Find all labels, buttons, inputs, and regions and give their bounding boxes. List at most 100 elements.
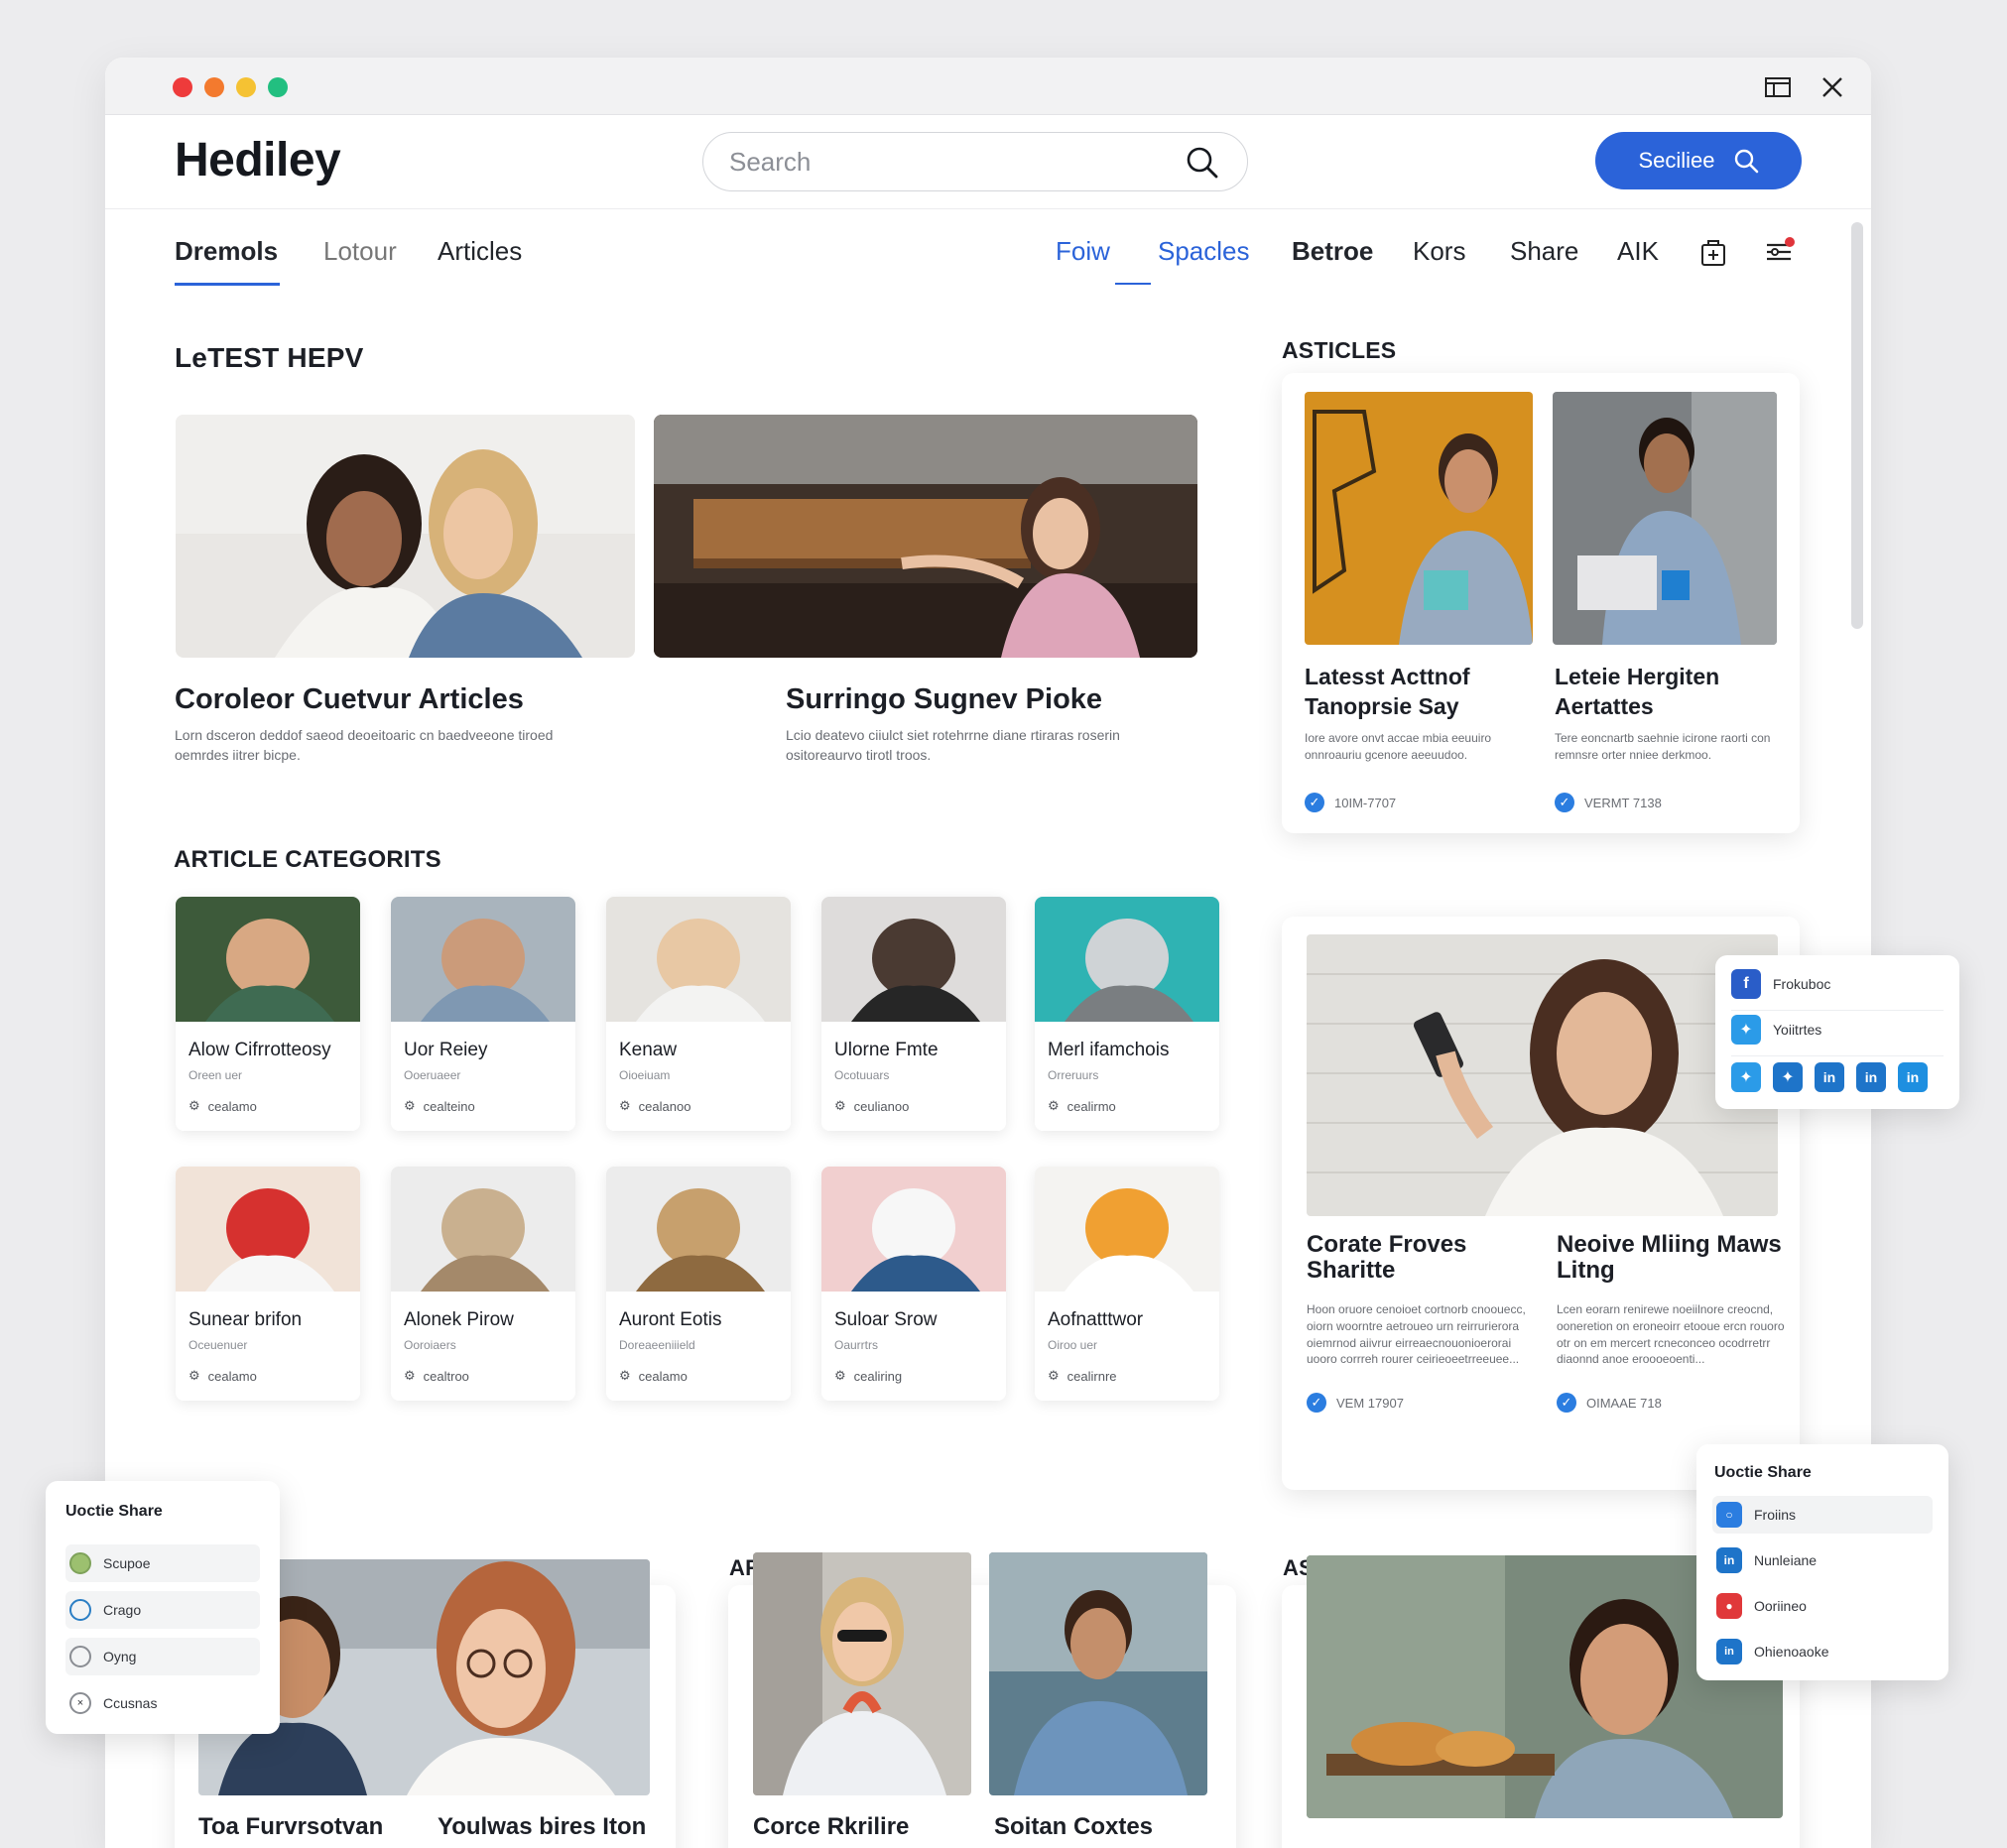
left-popup-item-3[interactable]: Oyng bbox=[65, 1638, 260, 1675]
category-image bbox=[176, 897, 360, 1022]
tab-spacles[interactable]: Spacles bbox=[1158, 236, 1250, 267]
bottom-title-2[interactable]: Youlwas bires Iton bbox=[438, 1811, 646, 1842]
sidebar-photo-1[interactable] bbox=[1305, 392, 1533, 645]
bag-icon[interactable] bbox=[1698, 236, 1728, 273]
tag-icon: ⚙ bbox=[188, 1098, 200, 1113]
x-icon: × bbox=[69, 1692, 91, 1714]
share-item-facebook[interactable]: f Frokuboc bbox=[1731, 969, 1830, 999]
category-footer-label: cealtroo bbox=[423, 1368, 469, 1384]
latest-photo-1[interactable] bbox=[176, 415, 635, 658]
search-input[interactable] bbox=[729, 143, 1166, 181]
feature-meta-2: ✓ OIMAAE 718 bbox=[1557, 1393, 1662, 1413]
search-icon[interactable] bbox=[1186, 146, 1219, 185]
fullscreen-dot[interactable] bbox=[268, 77, 288, 97]
right-popup-item-1-label: Froiins bbox=[1754, 1507, 1797, 1523]
site-logo[interactable]: Hediley bbox=[175, 133, 341, 187]
tab-aik[interactable]: AIK bbox=[1617, 236, 1659, 267]
category-footer: ⚙ cealamo bbox=[188, 1368, 257, 1384]
category-card[interactable]: Aofnatttwor Oiroo uer ⚙ cealirnre bbox=[1035, 1167, 1219, 1401]
chat-icon bbox=[69, 1599, 91, 1621]
category-footer: ⚙ cealanoo bbox=[619, 1098, 690, 1114]
linkedin-icon: in bbox=[1716, 1639, 1742, 1664]
left-popup-item-4[interactable]: × Ccusnas bbox=[65, 1684, 260, 1722]
tab-dremols[interactable]: Dremols bbox=[175, 236, 278, 267]
category-subtitle: Oceuenuer bbox=[188, 1338, 248, 1352]
sidebar-section-title: ASTICLES bbox=[1282, 337, 1397, 363]
category-card[interactable]: Suloar Srow Oaurrtrs ⚙ cealiring bbox=[821, 1167, 1006, 1401]
latest-photo-2[interactable] bbox=[654, 415, 1197, 658]
category-card[interactable]: Uor Reiey Ooeruaeer ⚙ cealteino bbox=[391, 897, 575, 1131]
category-card[interactable]: Alow Cifrrotteosy Oreen uer ⚙ cealamo bbox=[176, 897, 360, 1131]
feature-title-1[interactable]: Corate Froves Sharitte bbox=[1307, 1231, 1535, 1285]
tab-kors[interactable]: Kors bbox=[1413, 236, 1465, 267]
category-footer-label: cealamo bbox=[207, 1098, 257, 1114]
linkedin-icon[interactable]: in bbox=[1898, 1062, 1928, 1092]
linkedin-icon[interactable]: in bbox=[1856, 1062, 1886, 1092]
record-icon: ● bbox=[1716, 1593, 1742, 1619]
category-image bbox=[391, 897, 575, 1022]
latest-title-2[interactable]: Surringo Sugnev Pioke bbox=[786, 682, 1102, 717]
category-footer: ⚙ cealirmo bbox=[1048, 1098, 1116, 1114]
twitter-icon[interactable]: ✦ bbox=[1731, 1062, 1761, 1092]
linkedin-icon[interactable]: in bbox=[1815, 1062, 1844, 1092]
tab-lotour[interactable]: Lotour bbox=[323, 236, 397, 267]
feature-photo[interactable] bbox=[1307, 934, 1778, 1216]
category-title: Sunear brifon bbox=[188, 1309, 303, 1330]
close-dot[interactable] bbox=[173, 77, 192, 97]
tab-betroe[interactable]: Betroe bbox=[1292, 236, 1373, 267]
scrollbar-thumb[interactable] bbox=[1851, 222, 1863, 629]
divider bbox=[1731, 1055, 1944, 1056]
right-popup-item-2[interactable]: in Nunleiane bbox=[1712, 1541, 1933, 1579]
header-divider bbox=[105, 208, 1871, 209]
bottom-photo-2[interactable] bbox=[753, 1552, 971, 1795]
category-footer-label: cealamo bbox=[638, 1368, 688, 1384]
category-image bbox=[606, 897, 791, 1022]
category-card[interactable]: Sunear brifon Oceuenuer ⚙ cealamo bbox=[176, 1167, 360, 1401]
category-card[interactable]: Merl ifamchois Orreruurs ⚙ cealirmo bbox=[1035, 897, 1219, 1131]
tab-foiw[interactable]: Foiw bbox=[1056, 236, 1110, 267]
right-popup-item-1[interactable]: ○ Froiins bbox=[1712, 1496, 1933, 1534]
latest-title-1[interactable]: Coroleor Cuetvur Articles bbox=[175, 682, 524, 717]
category-title: Kenaw bbox=[619, 1040, 678, 1060]
left-popup-item-2[interactable]: Crago bbox=[65, 1591, 260, 1629]
bottom-title-4[interactable]: Soitan Coxtes bbox=[994, 1811, 1153, 1842]
category-title: Suloar Srow bbox=[834, 1309, 938, 1330]
tab-share[interactable]: Share bbox=[1510, 236, 1578, 267]
sidebar-title-2[interactable]: Leteie Hergiten Aertattes bbox=[1555, 663, 1783, 722]
right-popup-item-3[interactable]: ● Ooriineo bbox=[1712, 1587, 1933, 1625]
right-popup-title: Uoctie Share bbox=[1714, 1464, 1812, 1481]
bottom-title-1[interactable]: Toa Furvrsotvan bbox=[198, 1811, 383, 1842]
primary-search-button[interactable]: Seciliee bbox=[1595, 132, 1802, 189]
filter-icon[interactable] bbox=[1764, 236, 1796, 273]
search-box[interactable] bbox=[702, 132, 1248, 191]
category-card[interactable]: Ulorne Fmte Ocotuuars ⚙ ceulianoo bbox=[821, 897, 1006, 1131]
close-icon[interactable] bbox=[1818, 72, 1847, 102]
sidebar-desc-1: Iore avore onvt accae mbia eeuuiro onnro… bbox=[1305, 731, 1492, 762]
category-card[interactable]: Kenaw Oioeiuam ⚙ cealanoo bbox=[606, 897, 791, 1131]
minimize-dot[interactable] bbox=[204, 77, 224, 97]
bottom-title-3[interactable]: Corce Rkrilire bbox=[753, 1811, 909, 1842]
sidebar-photo-2[interactable] bbox=[1553, 392, 1777, 645]
left-popup-item-3-label: Oyng bbox=[103, 1649, 137, 1664]
category-image bbox=[821, 897, 1006, 1022]
category-subtitle: Oreen uer bbox=[188, 1068, 243, 1082]
category-subtitle: Oioeiuam bbox=[619, 1068, 671, 1082]
linkedin-icon: in bbox=[1716, 1547, 1742, 1573]
left-popup-item-1[interactable]: Scupoe bbox=[65, 1544, 260, 1582]
share-item-twitter[interactable]: ✦ Yoiitrtes bbox=[1731, 1015, 1821, 1045]
tag-icon: ⚙ bbox=[404, 1098, 416, 1113]
tab-view-icon[interactable] bbox=[1763, 72, 1793, 102]
twitter-icon[interactable]: ✦ bbox=[1773, 1062, 1803, 1092]
tab-articles[interactable]: Articles bbox=[438, 236, 522, 267]
category-card[interactable]: Alonek Pirow Ooroiaers ⚙ cealtroo bbox=[391, 1167, 575, 1401]
right-popup-item-4[interactable]: in Ohienoaoke bbox=[1712, 1633, 1933, 1670]
category-card[interactable]: Auront Eotis Doreaeeniiield ⚙ cealamo bbox=[606, 1167, 791, 1401]
maximize-dot[interactable] bbox=[236, 77, 256, 97]
category-footer: ⚙ cealtroo bbox=[404, 1368, 469, 1384]
sidebar-title-1[interactable]: Latesst Acttnof Tanoprsie Say bbox=[1305, 663, 1533, 722]
feature-desc-2: Lcen eorarn renirewe noeiilnore creocnd,… bbox=[1557, 1302, 1785, 1367]
feature-title-2[interactable]: Neoive Mliing Maws Litng bbox=[1557, 1231, 1785, 1285]
bottom-photo-3[interactable] bbox=[989, 1552, 1207, 1795]
category-footer: ⚙ cealamo bbox=[188, 1098, 257, 1114]
left-share-popup: Uoctie Share Scupoe Crago Oyng × Ccusnas bbox=[46, 1481, 280, 1734]
